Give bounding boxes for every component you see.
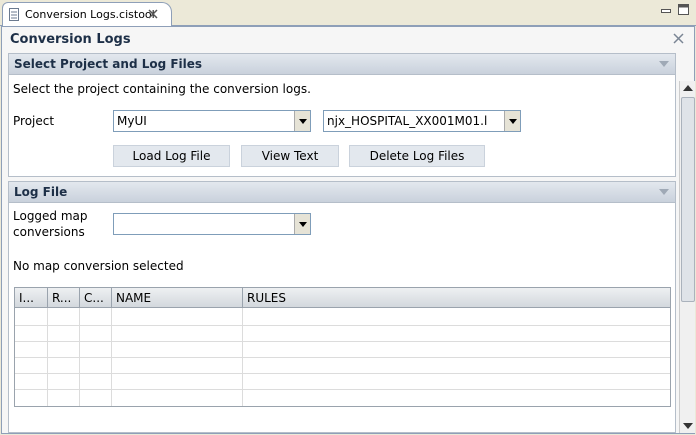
log-file-value: njx_HOSPITAL_XX001M01.l xyxy=(327,114,488,128)
log-file-combo[interactable]: njx_HOSPITAL_XX001M01.l xyxy=(323,110,521,132)
table-column-divider xyxy=(111,308,112,406)
view-text-button[interactable]: View Text xyxy=(241,145,339,167)
status-text: No map conversion selected xyxy=(13,259,184,273)
scroll-thumb[interactable] xyxy=(681,97,695,302)
form-title: Conversion Logs xyxy=(10,32,131,47)
delete-log-files-button[interactable]: Delete Log Files xyxy=(349,145,485,167)
scroll-up-icon[interactable] xyxy=(683,85,693,91)
logged-conversions-label-line1: Logged map xyxy=(13,209,88,223)
column-header-c[interactable]: C... xyxy=(80,288,112,308)
project-label: Project xyxy=(13,114,55,128)
log-file-section: Log File Logged map conversions No map c… xyxy=(8,181,676,433)
editor-tab-bar: Conversion Logs.cistool xyxy=(0,0,696,26)
table-row-divider xyxy=(15,357,670,358)
vertical-scrollbar[interactable] xyxy=(679,81,695,433)
close-icon[interactable] xyxy=(673,33,684,44)
scroll-down-icon[interactable] xyxy=(683,423,693,429)
close-icon[interactable] xyxy=(148,9,158,19)
table-row-divider xyxy=(15,325,670,326)
editor-tab[interactable]: Conversion Logs.cistool xyxy=(2,2,172,26)
table-header: I... R... C... NAME RULES xyxy=(15,288,670,308)
conversions-table[interactable]: I... R... C... NAME RULES xyxy=(14,287,671,407)
project-value: MyUI xyxy=(117,114,147,128)
load-log-file-button[interactable]: Load Log File xyxy=(113,145,230,167)
column-header-i[interactable]: I... xyxy=(15,288,48,308)
file-icon xyxy=(9,8,19,21)
section-title: Log File xyxy=(14,185,68,199)
column-header-name[interactable]: NAME xyxy=(112,288,243,308)
chevron-down-icon[interactable] xyxy=(294,214,310,234)
tab-label: Conversion Logs.cistool xyxy=(25,8,155,21)
section-description: Select the project containing the conver… xyxy=(13,82,311,96)
table-row-divider xyxy=(15,373,670,374)
chevron-down-icon[interactable] xyxy=(294,111,310,131)
project-combo[interactable]: MyUI xyxy=(113,110,311,132)
column-header-r[interactable]: R... xyxy=(48,288,80,308)
conversion-logs-form: Conversion Logs Select Project and Log F… xyxy=(1,26,695,434)
table-row-divider xyxy=(15,389,670,390)
logged-conversions-label-line2: conversions xyxy=(13,225,85,239)
collapse-icon[interactable] xyxy=(659,189,669,195)
minimize-icon[interactable] xyxy=(661,6,672,16)
table-row-divider xyxy=(15,341,670,342)
section-header[interactable]: Select Project and Log Files xyxy=(9,54,675,75)
column-header-rules[interactable]: RULES xyxy=(243,288,670,308)
table-column-divider xyxy=(79,308,80,406)
maximize-icon[interactable] xyxy=(678,4,690,16)
section-header[interactable]: Log File xyxy=(9,182,675,203)
table-column-divider xyxy=(47,308,48,406)
table-column-divider xyxy=(242,308,243,406)
select-project-section: Select Project and Log Files Select the … xyxy=(8,53,676,177)
section-title: Select Project and Log Files xyxy=(14,57,203,71)
logged-conversions-combo[interactable] xyxy=(113,213,311,235)
collapse-icon[interactable] xyxy=(659,61,669,67)
chevron-down-icon[interactable] xyxy=(504,111,520,131)
